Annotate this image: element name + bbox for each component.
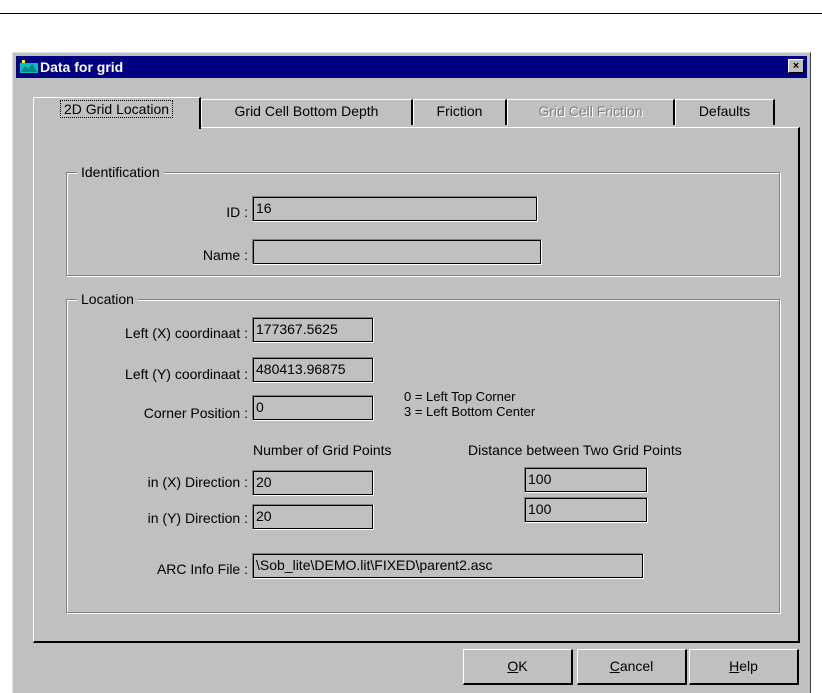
name-field[interactable] [252,239,542,265]
tab-defaults[interactable]: Defaults [675,99,775,125]
help-mnemonic: H [729,658,740,674]
y-direction-label: in (Y) Direction : [147,510,248,526]
tab-label: Grid Cell Friction [538,103,643,119]
x-direction-label: in (X) Direction : [147,474,248,490]
grid-app-icon [20,60,38,73]
left-y-field[interactable]: 480413.96875 [252,357,374,383]
title-bar[interactable]: Data for grid × [16,56,807,78]
name-label: Name : [202,247,248,263]
left-x-field[interactable]: 177367.5625 [252,317,374,343]
identification-legend: Identification [77,164,164,180]
location-legend: Location [77,291,138,307]
corner-label: Corner Position : [143,405,248,421]
corner-hint-bottom: 3 = Left Bottom Center [404,404,536,419]
tab-friction[interactable]: Friction [413,99,507,125]
ok-mnemonic: O [507,658,519,674]
arc-info-label: ARC Info File : [156,561,248,577]
y-points-field[interactable]: 20 [252,504,374,530]
id-label: ID : [226,204,248,220]
id-field[interactable]: 16 [252,196,538,222]
corner-hint-top: 0 = Left Top Corner [404,389,516,404]
tab-label: 2D Grid Location [59,100,174,118]
cancel-button[interactable]: Cancel [577,649,687,685]
tab-panel: Identification ID : 16 Name : Location L… [33,127,800,643]
distance-header: Distance between Two Grid Points [468,442,682,458]
tab-2d-grid-location[interactable]: 2D Grid Location [33,97,201,129]
page-top-rule [0,13,822,14]
tab-label: Grid Cell Bottom Depth [234,103,379,119]
cancel-label-rest: ancel [619,658,654,674]
left-y-label: Left (Y) coordinaat : [125,366,248,382]
x-distance-field[interactable]: 100 [524,467,648,493]
x-points-field[interactable]: 20 [252,470,374,496]
left-x-label: Left (X) coordinaat : [125,325,248,341]
tab-grid-cell-friction: Grid Cell Friction [507,99,675,125]
num-points-header: Number of Grid Points [253,442,392,458]
tab-grid-cell-bottom-depth[interactable]: Grid Cell Bottom Depth [201,99,413,125]
ok-label-rest: K [518,658,528,674]
cancel-mnemonic: C [609,658,620,674]
window-title: Data for grid [40,59,124,75]
help-label-rest: elp [739,658,758,674]
dialog-window: Data for grid × 2D Grid Location Grid Ce… [12,52,811,693]
y-distance-field[interactable]: 100 [524,497,648,523]
ok-button[interactable]: OK [463,649,573,685]
close-icon[interactable]: × [788,59,804,73]
tab-label: Defaults [698,103,751,119]
corner-field[interactable]: 0 [252,395,374,421]
help-button[interactable]: Help [689,649,799,685]
tab-label: Friction [436,103,483,119]
arc-info-field[interactable]: \Sob_lite\DEMO.lit\FIXED\parent2.asc [252,553,644,579]
